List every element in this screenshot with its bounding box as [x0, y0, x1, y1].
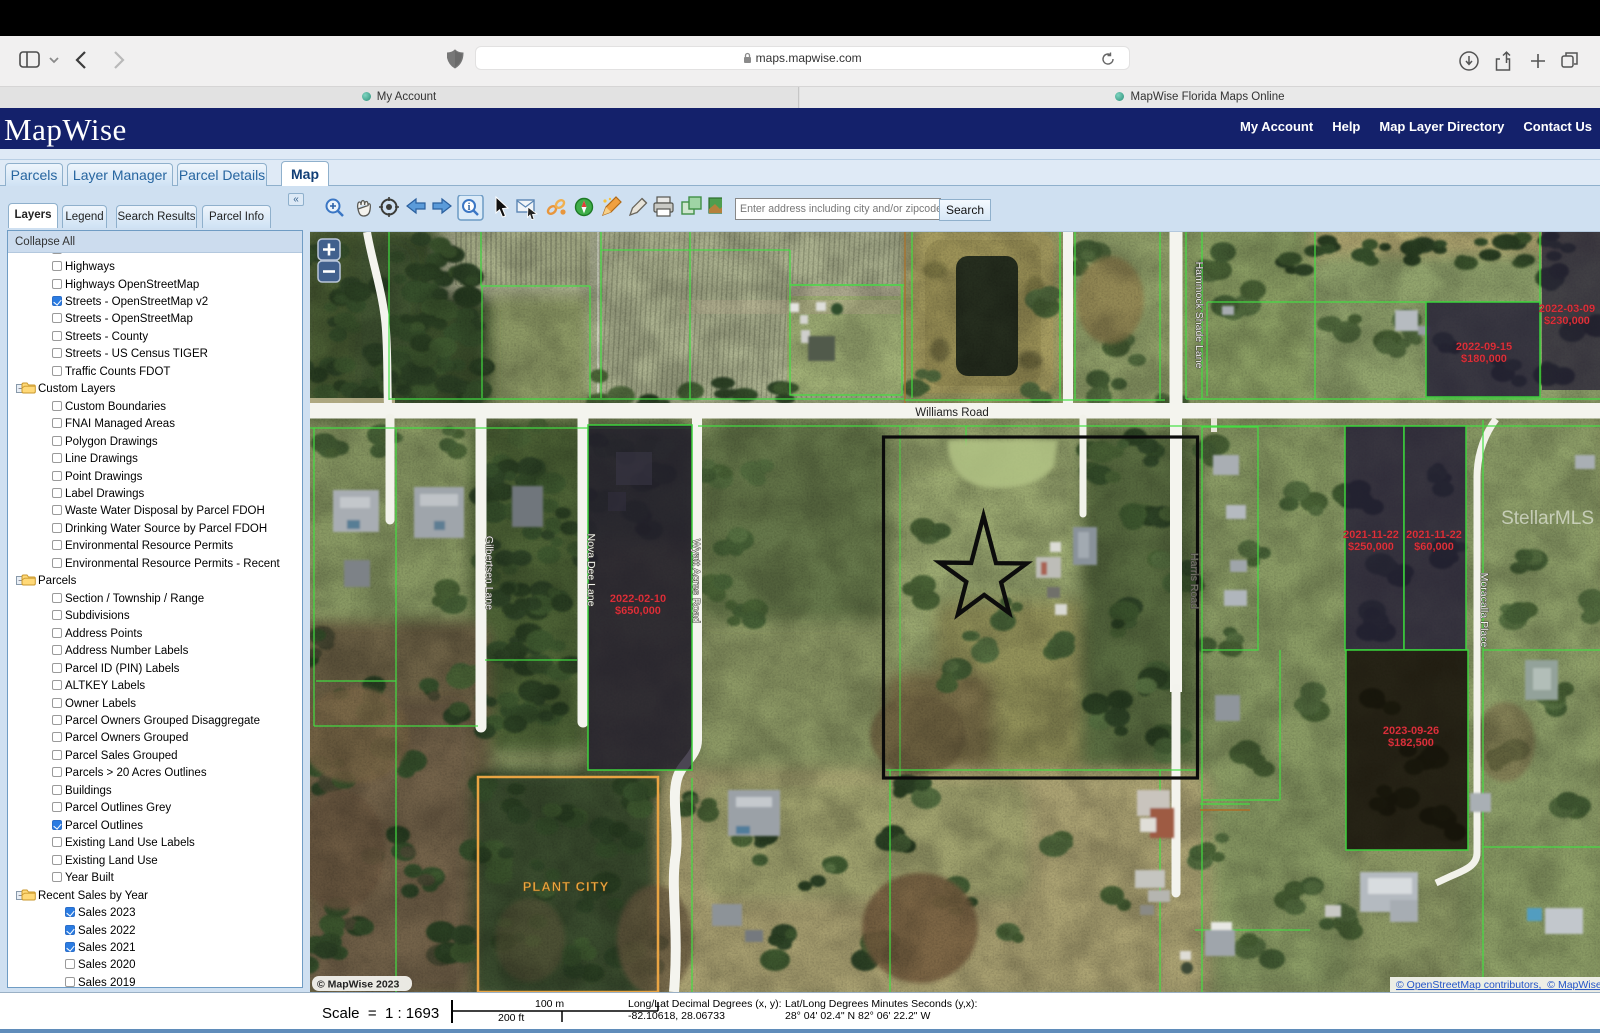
svg-text:2021-11-22: 2021-11-22 [1343, 529, 1399, 541]
svg-text:2022-03-09: 2022-03-09 [1539, 303, 1595, 315]
svg-text:Nova Dee Lane: Nova Dee Lane [585, 534, 597, 607]
svg-text:2021-11-22: 2021-11-22 [1406, 529, 1462, 541]
svg-text:$250,000: $250,000 [1348, 541, 1394, 553]
svg-text:Hammock Shade Lane: Hammock Shade Lane [1193, 262, 1205, 369]
svg-text:$182,500: $182,500 [1388, 737, 1434, 749]
svg-text:$180,000: $180,000 [1461, 353, 1507, 365]
svg-text:2023-09-26: 2023-09-26 [1383, 725, 1439, 737]
svg-text:$650,000: $650,000 [615, 605, 661, 617]
svg-text:i: i [468, 202, 471, 213]
svg-text:© MapWise 2023: © MapWise 2023 [317, 979, 400, 991]
svg-text:100 m: 100 m [535, 998, 564, 1010]
svg-text:2022-09-15: 2022-09-15 [1456, 341, 1512, 353]
svg-text:Wyatt Acres Road: Wyatt Acres Road [690, 539, 702, 623]
svg-text:StellarMLS: StellarMLS [1501, 508, 1594, 529]
svg-text:Gilbertsen Lane: Gilbertsen Lane [483, 536, 495, 610]
svg-text:Harris Road: Harris Road [1188, 553, 1200, 609]
svg-text:Williams Road: Williams Road [915, 407, 989, 419]
svg-text:PLANT CITY: PLANT CITY [523, 879, 610, 894]
svg-text:$230,000: $230,000 [1544, 315, 1590, 327]
svg-text:Moracalla Place: Moracalla Place [1478, 573, 1490, 648]
svg-text:2022-02-10: 2022-02-10 [610, 593, 666, 605]
svg-text:$60,000: $60,000 [1414, 541, 1454, 553]
svg-text:200 ft: 200 ft [498, 1012, 524, 1024]
svg-text:© OpenStreetMap contributors,: © OpenStreetMap contributors, © MapWise [1396, 979, 1600, 991]
